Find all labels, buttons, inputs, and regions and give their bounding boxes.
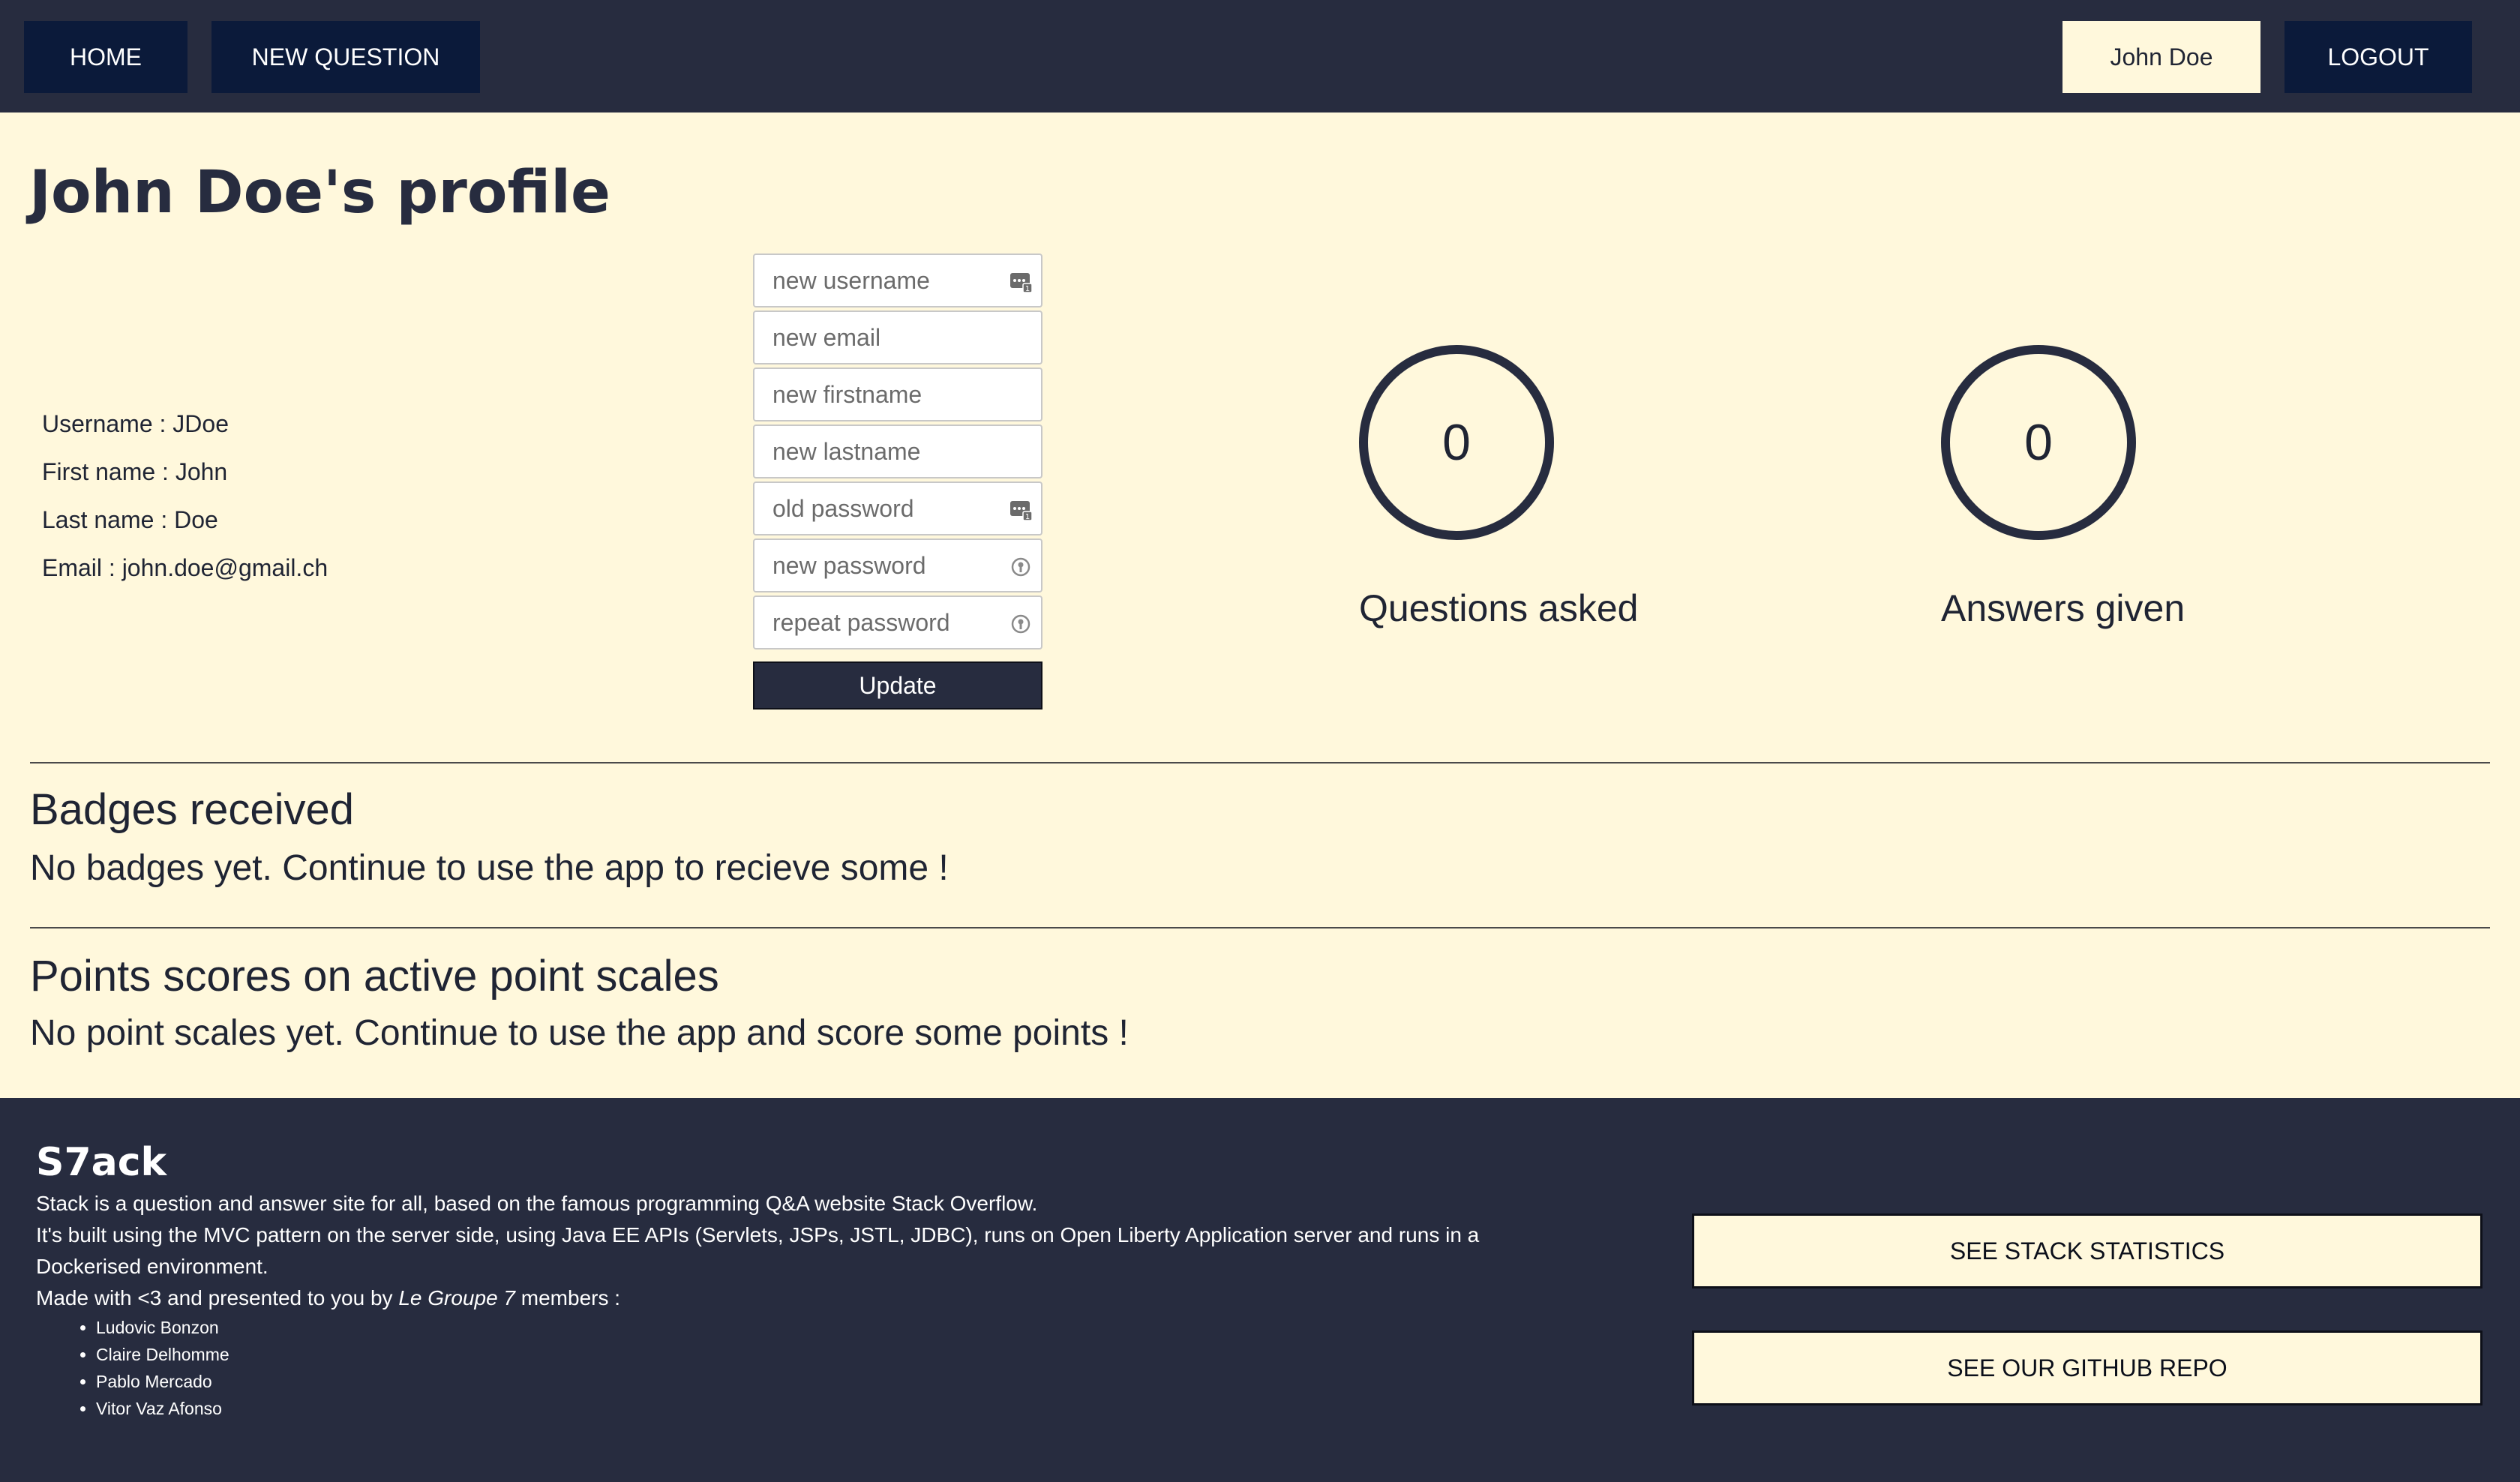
footer-description: Stack is a question and answer site for … xyxy=(36,1188,1581,1314)
member-item: Vitor Vaz Afonso xyxy=(96,1395,230,1422)
see-github-button[interactable]: SEE OUR GITHUB REPO xyxy=(1692,1330,2482,1406)
firstname-info: First name : John xyxy=(42,458,228,485)
lastname-info: Last name : Doe xyxy=(42,506,218,533)
questions-label: Questions asked xyxy=(1359,587,1639,629)
user-profile-button[interactable]: John Doe xyxy=(2062,21,2260,93)
points-empty-text: No point scales yet. Continue to use the… xyxy=(30,1013,1129,1053)
new-password-field-wrap xyxy=(753,538,1042,592)
password-key-icon[interactable] xyxy=(1010,556,1032,578)
profile-update-form: 1 1 Update xyxy=(753,254,1042,710)
new-password-input[interactable] xyxy=(754,540,1041,591)
svg-text:1: 1 xyxy=(1025,513,1030,520)
autofill-card-icon[interactable]: 1 xyxy=(1010,272,1032,292)
new-username-input[interactable] xyxy=(754,255,1041,306)
footer: S7ack Stack is a question and answer sit… xyxy=(0,1098,2520,1482)
profile-info: Username : JDoe First name : John Last n… xyxy=(42,405,328,597)
firstname-field-wrap xyxy=(753,368,1042,422)
footer-brand: S7ack xyxy=(36,1140,167,1185)
update-button[interactable]: Update xyxy=(753,662,1042,710)
home-button[interactable]: HOME xyxy=(24,21,188,93)
questions-count-circle: 0 xyxy=(1359,345,1554,540)
answers-label: Answers given xyxy=(1941,587,2186,629)
repeat-password-input[interactable] xyxy=(754,597,1041,648)
username-info: Username : JDoe xyxy=(42,410,229,437)
logout-button[interactable]: LOGOUT xyxy=(2284,21,2472,93)
new-question-button[interactable]: NEW QUESTION xyxy=(212,21,480,93)
see-statistics-button[interactable]: SEE STACK STATISTICS xyxy=(1692,1214,2482,1288)
old-password-input[interactable] xyxy=(754,483,1041,534)
email-field-wrap xyxy=(753,310,1042,364)
svg-text:1: 1 xyxy=(1025,285,1030,292)
lastname-field-wrap xyxy=(753,424,1042,478)
member-item: Pablo Mercado xyxy=(96,1368,230,1395)
new-email-input[interactable] xyxy=(754,312,1041,363)
members-list: Ludovic Bonzon Claire Delhomme Pablo Mer… xyxy=(60,1314,230,1422)
repeat-password-field-wrap xyxy=(753,596,1042,650)
made-prefix: Made with <3 and presented to you by xyxy=(36,1286,399,1310)
badges-heading: Badges received xyxy=(30,785,355,834)
password-key-icon[interactable] xyxy=(1010,614,1032,634)
username-field-wrap: 1 xyxy=(753,254,1042,308)
answers-count-circle: 0 xyxy=(1941,345,2136,540)
top-navbar: HOME NEW QUESTION John Doe LOGOUT xyxy=(0,0,2520,112)
old-password-field-wrap: 1 xyxy=(753,482,1042,536)
page-title: John Doe's profile xyxy=(29,159,610,226)
member-item: Claire Delhomme xyxy=(96,1341,230,1368)
section-divider xyxy=(30,927,2490,928)
new-firstname-input[interactable] xyxy=(754,369,1041,420)
made-suffix: members : xyxy=(515,1286,621,1310)
member-item: Ludovic Bonzon xyxy=(96,1314,230,1341)
email-info: Email : john.doe@gmail.ch xyxy=(42,554,328,581)
autofill-card-icon[interactable]: 1 xyxy=(1010,500,1032,520)
badges-empty-text: No badges yet. Continue to use the app t… xyxy=(30,848,949,888)
footer-line2: It's built using the MVC pattern on the … xyxy=(36,1223,1480,1278)
group-name: Le Groupe 7 xyxy=(398,1286,515,1310)
footer-line1: Stack is a question and answer site for … xyxy=(36,1192,1038,1215)
section-divider xyxy=(30,762,2490,764)
footer-made-with: Made with <3 and presented to you by Le … xyxy=(36,1282,1581,1314)
points-heading: Points scores on active point scales xyxy=(30,952,719,1000)
new-lastname-input[interactable] xyxy=(754,426,1041,477)
